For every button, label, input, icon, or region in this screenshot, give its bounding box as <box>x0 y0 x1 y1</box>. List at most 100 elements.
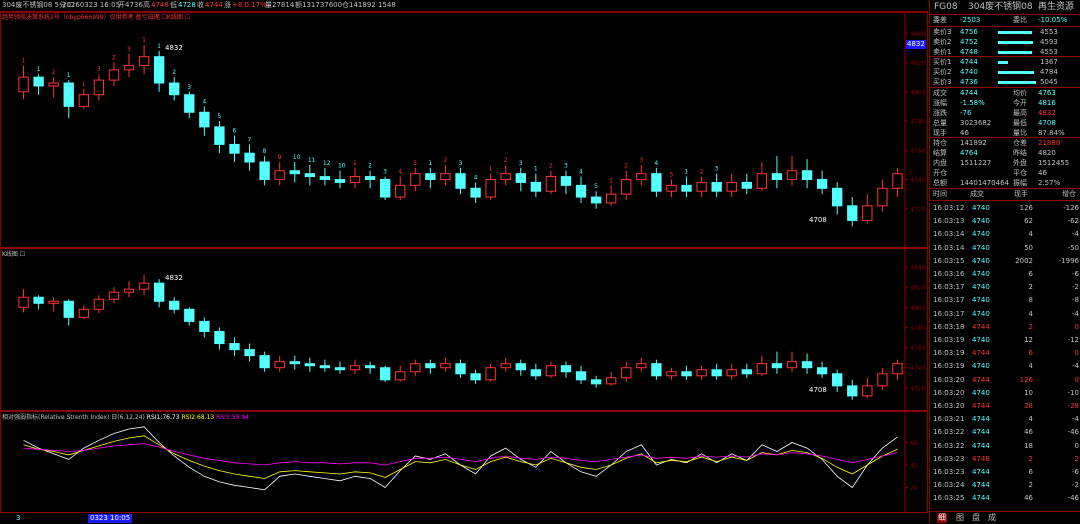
tick-time: 16:03:22 <box>933 428 965 437</box>
tick-price: 4744 <box>972 428 990 437</box>
candle-body <box>847 205 858 221</box>
tick-row: 16:03:16 4740 6 -6 <box>930 269 1080 279</box>
candle-body <box>756 363 768 375</box>
candle-body <box>379 367 391 381</box>
panel1-high-mark: 4832 <box>165 44 183 52</box>
y-tick-label: 4800 <box>910 305 925 312</box>
candle-body <box>108 69 120 81</box>
tick-volume: 8 <box>1028 296 1033 305</box>
stat-value: 4744 <box>960 89 978 97</box>
bid-volume: 5045 <box>1040 78 1058 86</box>
panel2-legend: K线图 ☐ <box>2 251 26 258</box>
tick-price: 4744 <box>972 349 990 358</box>
ask-volume-bar <box>998 51 1032 54</box>
stat-label: 结算 <box>933 149 947 157</box>
tick-price: 4740 <box>972 256 990 265</box>
candle-body <box>108 291 120 300</box>
signal-marker: 3 <box>187 84 191 91</box>
candle-body <box>726 369 737 377</box>
bid-label: 买价1 <box>933 58 952 66</box>
stat-row: 总量 3023682 最低 4708 <box>930 118 1080 128</box>
tab-trades[interactable]: 成 <box>988 513 996 523</box>
candle-body <box>696 369 707 377</box>
signal-marker: 4 <box>654 160 658 167</box>
tick-oi: -126 <box>1063 204 1079 212</box>
candle-body <box>847 385 858 397</box>
tick-price: 4744 <box>972 468 990 476</box>
candle-body <box>93 79 105 96</box>
candle-body <box>832 187 843 207</box>
candle-body <box>636 173 647 181</box>
candle-body <box>78 94 89 107</box>
signal-marker: 1 <box>353 160 357 167</box>
tick-price: 4740 <box>972 230 990 239</box>
candle-body <box>470 187 481 198</box>
signal-marker: 1 <box>142 37 146 44</box>
signal-marker: 5 <box>594 183 598 190</box>
candle-body <box>515 363 526 371</box>
tick-oi: 2 <box>1074 454 1079 463</box>
signal-marker: 1 <box>489 166 493 173</box>
candle-body <box>349 365 361 371</box>
rsi-tick-label: 60 <box>910 440 918 447</box>
signal-marker: 2 <box>112 55 116 62</box>
stat-row: 涨跌 -76 最高 4832 <box>930 108 1080 118</box>
tick-price: 4740 <box>972 362 990 371</box>
tick-price: 4740 <box>972 388 990 397</box>
candle-body <box>169 82 180 96</box>
tick-time: 16:03:19 <box>933 362 965 371</box>
tick-oi: -46 <box>1067 494 1079 503</box>
tab-detail[interactable]: 细 <box>937 513 947 523</box>
ticks-header: 时间 成交 现手 增仓 <box>930 189 1080 199</box>
tick-volume: 2 <box>1028 454 1033 463</box>
panel1-low-mark: 4708 <box>809 216 827 224</box>
ask-label: 卖价2 <box>933 38 952 46</box>
candle-body <box>621 367 632 379</box>
tick-oi: -4 <box>1072 309 1079 318</box>
tick-price: 4744 <box>972 415 990 424</box>
tick-row: 16:03:20 4744 126 0 <box>930 375 1080 385</box>
candle-body <box>319 176 331 181</box>
candle-body <box>560 176 572 186</box>
ask-row: 卖价3 4756 4553 <box>930 27 1080 37</box>
stat-row: 结算 4764 昨结 4820 <box>930 148 1080 158</box>
tick-oi: 0 <box>1074 322 1079 331</box>
candle-body <box>304 363 315 367</box>
candle-body <box>726 181 737 192</box>
xaxis-start-label: 3 <box>16 514 21 522</box>
candle-body <box>153 282 165 302</box>
tab-board[interactable]: 盘 <box>972 513 980 523</box>
signal-marker: 3 <box>639 157 643 164</box>
tick-oi: -6 <box>1072 468 1079 476</box>
tick-time: 16:03:17 <box>933 296 965 305</box>
rsi2-line <box>23 435 898 479</box>
kline-chart-area[interactable]: 484048204800478047604740472011 2 113231123… <box>0 0 928 523</box>
stat-label: 总量 <box>933 119 947 127</box>
stat-label: 成交 <box>933 89 947 97</box>
signal-marker: 1 <box>37 66 41 73</box>
candle-body <box>153 56 165 84</box>
candle-body <box>138 282 150 290</box>
tab-chart[interactable]: 图 <box>956 513 964 523</box>
stat-row: 开仓 平仓 46 <box>930 168 1080 178</box>
tick-price: 4740 <box>972 217 990 226</box>
tick-volume: 46 <box>1024 494 1033 503</box>
candle-body <box>832 373 843 387</box>
tick-time: 16:03:14 <box>933 230 965 239</box>
stat-label: 昨结 <box>1013 149 1027 157</box>
stat-label: 最低 <box>1013 119 1027 127</box>
tick-volume: 126 <box>1019 375 1033 384</box>
tick-price: 4744 <box>972 402 990 410</box>
tick-row: 16:03:23 4744 6 -6 <box>930 467 1080 477</box>
quote-sidebar: FG08 304废不锈钢08 再生资源 委差 -2503 委比 -10.05% … <box>929 0 1080 523</box>
tick-volume: 4 <box>1028 230 1033 239</box>
candle-body <box>63 300 74 318</box>
bid-volume: 4784 <box>1040 68 1058 76</box>
stat-label: 外盘 <box>1013 159 1027 167</box>
candle-body <box>545 365 557 377</box>
candle-body <box>575 184 587 198</box>
bid-volume: 1367 <box>1040 58 1058 66</box>
candle-body <box>666 371 677 377</box>
candle-body <box>500 173 511 181</box>
signal-marker: 6 <box>232 128 236 135</box>
